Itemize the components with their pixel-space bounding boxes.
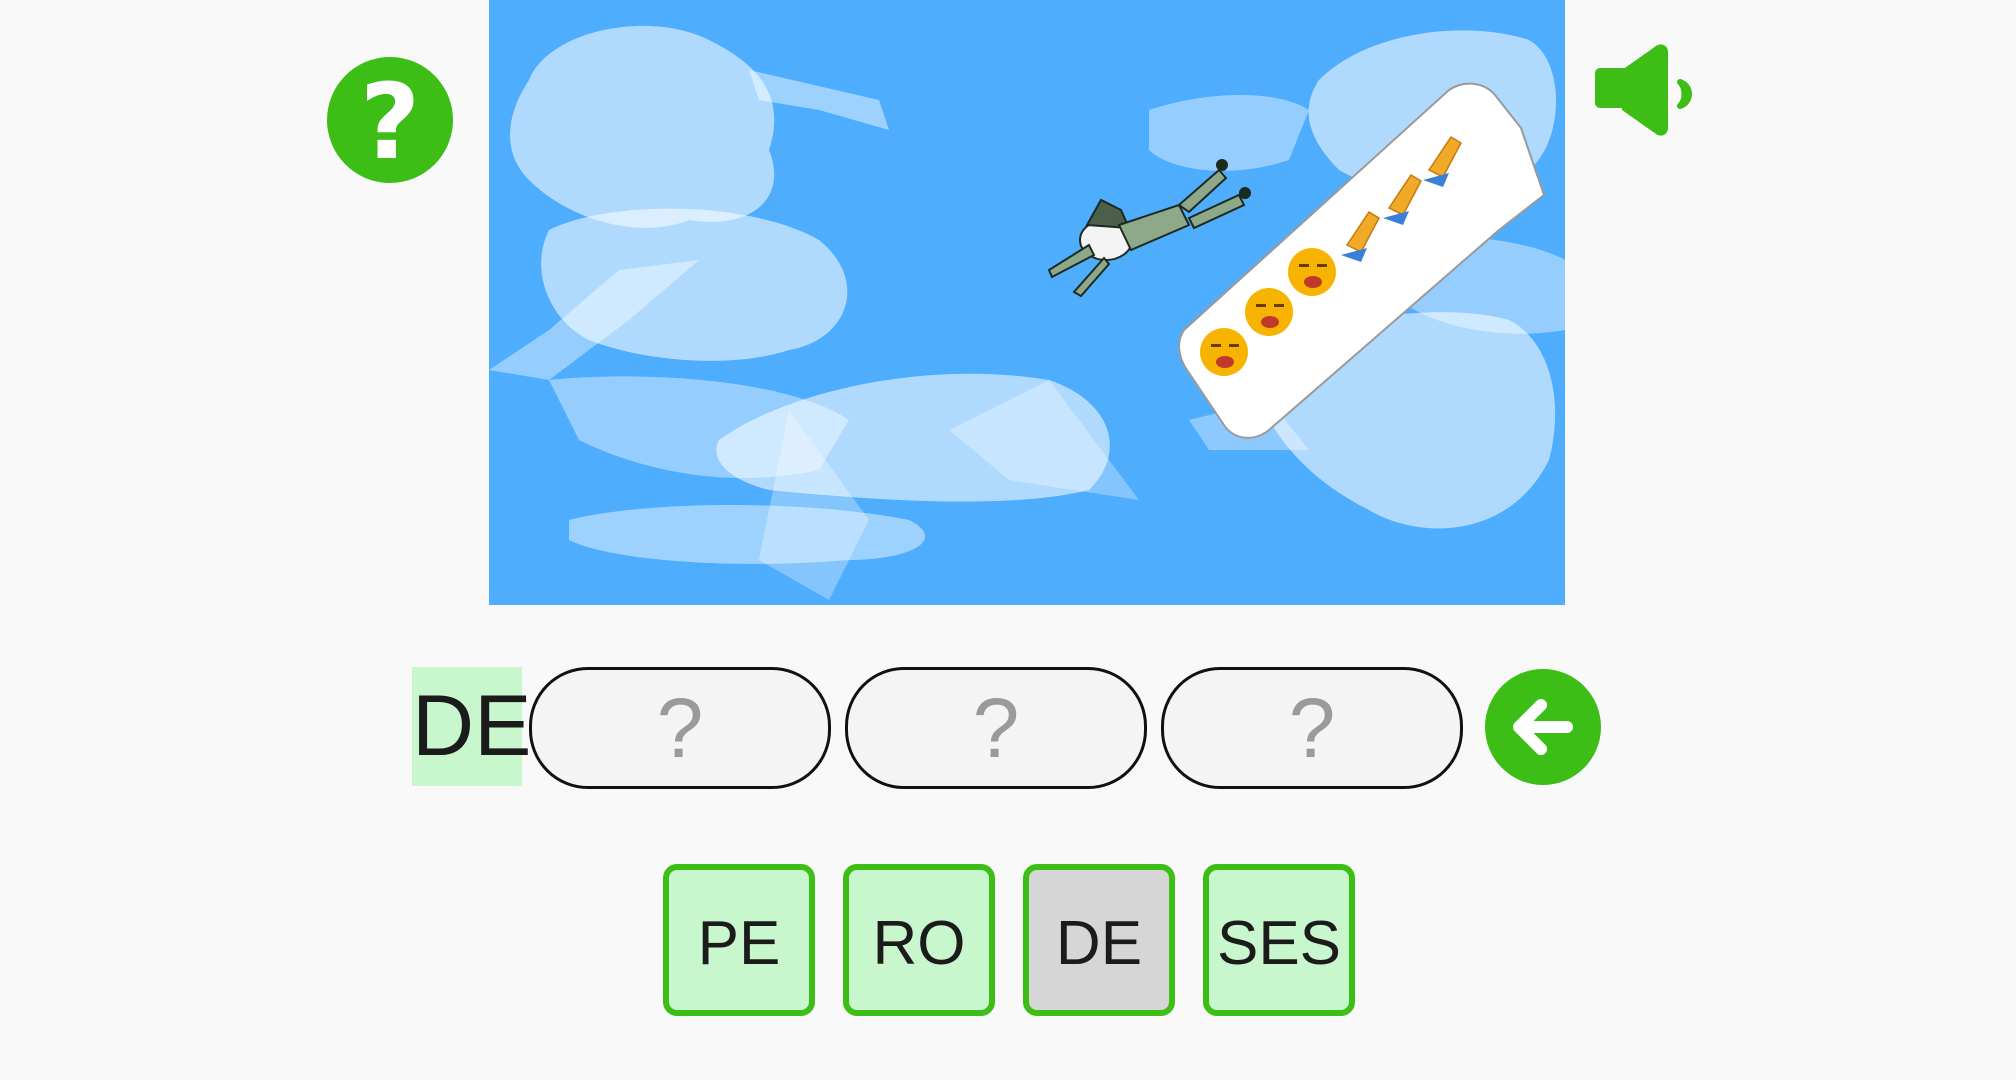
tile-label: SES xyxy=(1216,909,1342,978)
sound-button[interactable] xyxy=(1592,42,1704,142)
syllable-tile-used[interactable]: DE xyxy=(1023,864,1175,1016)
answer-slot-3[interactable]: ? xyxy=(1161,667,1463,789)
tile-label: PE xyxy=(697,909,781,978)
sky-scene xyxy=(489,0,1565,605)
tile-label: DE xyxy=(1055,909,1143,978)
question-mark-icon: ? xyxy=(359,61,421,183)
answer-slot-1[interactable]: ? xyxy=(529,667,831,789)
syllable-tile[interactable]: SES xyxy=(1203,864,1355,1016)
answer-slot-2[interactable]: ? xyxy=(845,667,1147,789)
game-screen: ? DE ? ? ? PE RO DE SES xyxy=(0,0,2016,1080)
slot-placeholder: ? xyxy=(972,681,1020,775)
slot-placeholder: ? xyxy=(656,681,704,775)
help-button[interactable]: ? xyxy=(327,57,453,183)
syllable-tile[interactable]: RO xyxy=(843,864,995,1016)
answer-prefix: DE xyxy=(412,667,531,786)
arrow-left-icon xyxy=(1513,699,1573,755)
speaker-icon xyxy=(1595,44,1692,136)
syllable-tile[interactable]: PE xyxy=(663,864,815,1016)
puzzle-picture xyxy=(489,0,1565,605)
back-button[interactable] xyxy=(1485,669,1601,785)
tile-label: RO xyxy=(872,909,966,978)
slot-placeholder: ? xyxy=(1288,681,1336,775)
